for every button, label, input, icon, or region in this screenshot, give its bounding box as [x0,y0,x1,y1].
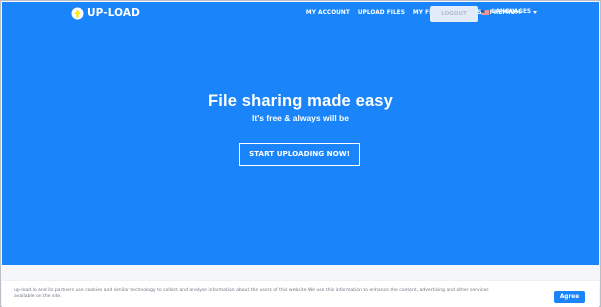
agree-button[interactable]: Agree [554,291,585,303]
nav-upload-files[interactable]: UPLOAD FILES [354,10,409,17]
hero-section: UP-LOAD MY ACCOUNT UPLOAD FILES MY FILES… [2,2,599,265]
browser-viewport: UP-LOAD MY ACCOUNT UPLOAD FILES MY FILES… [0,0,601,307]
caret-down-icon [532,11,537,15]
cookie-message: up-load.io and its partners use cookies … [14,288,489,300]
cookie-consent-bar: up-load.io and its partners use cookies … [2,280,599,307]
brand-name: UP-LOAD [87,7,140,20]
hero-copy: File sharing made easy It's free & alway… [2,92,599,123]
nav-my-account[interactable]: MY ACCOUNT [302,10,354,17]
us-flag-icon [481,10,489,16]
start-uploading-button[interactable]: START UPLOADING NOW! [239,143,360,166]
hero-subtitle: It's free & always will be [252,113,349,124]
site-logo[interactable]: UP-LOAD [70,6,140,21]
upload-arrow-icon [71,7,84,20]
languages-label: LANGUAGES [492,9,531,15]
logout-button[interactable]: LOGOUT [430,6,478,22]
languages-dropdown[interactable]: LANGUAGES [481,9,537,16]
hero-title: File sharing made easy [208,92,393,110]
top-navigation: UP-LOAD MY ACCOUNT UPLOAD FILES MY FILES… [2,2,599,26]
